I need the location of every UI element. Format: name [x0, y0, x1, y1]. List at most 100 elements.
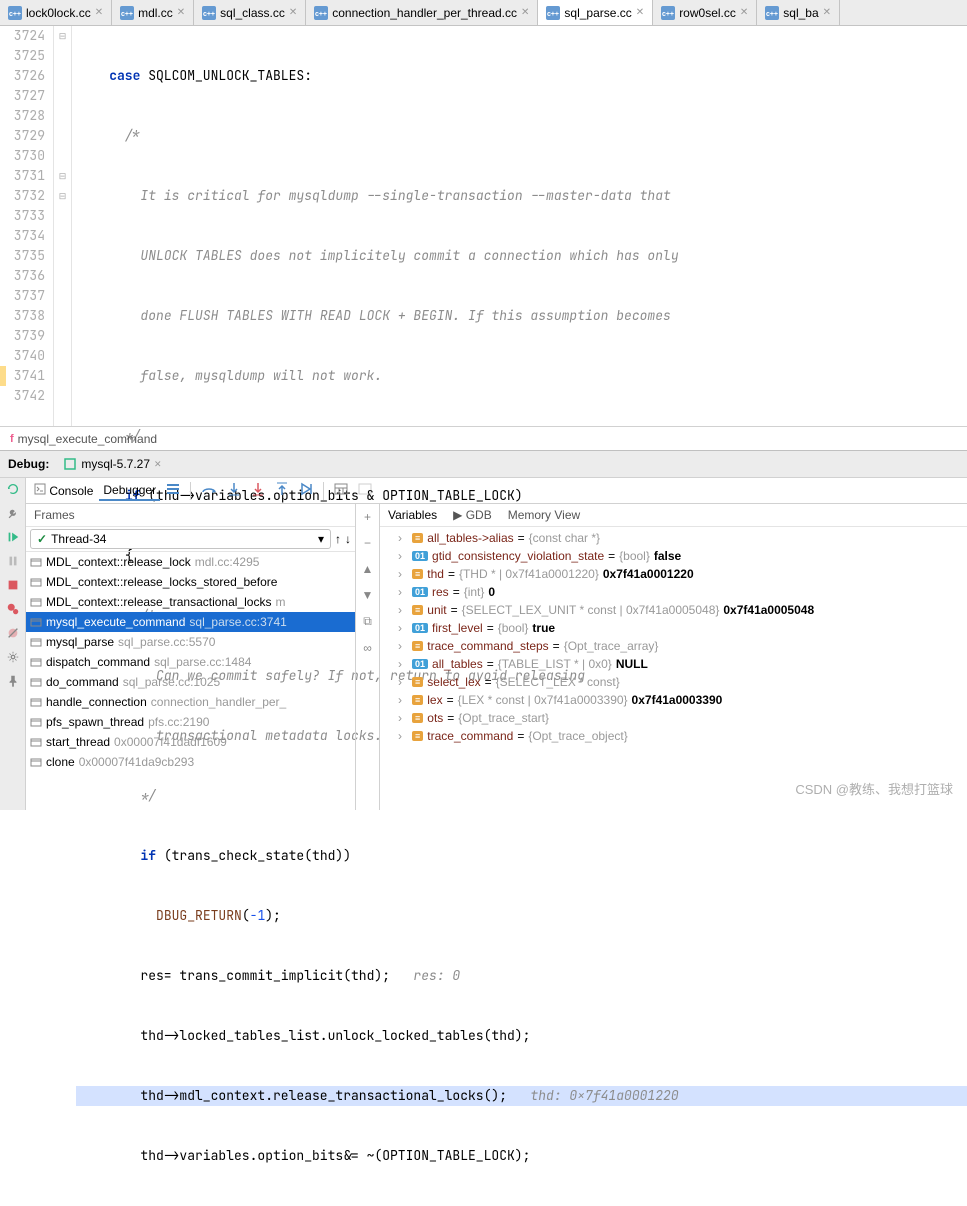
- close-icon[interactable]: ✕: [740, 7, 748, 18]
- close-icon[interactable]: ✕: [95, 7, 103, 18]
- editor-tab[interactable]: c++mdl.cc✕: [112, 0, 194, 25]
- editor-tab[interactable]: c++sql_parse.cc✕: [538, 0, 653, 25]
- pin-icon[interactable]: [6, 674, 20, 688]
- console-tab[interactable]: Console: [30, 481, 97, 500]
- variable-row[interactable]: ›≡ trace_command_steps = {Opt_trace_arra…: [380, 637, 967, 655]
- expand-icon[interactable]: ›: [398, 549, 408, 563]
- pause-icon[interactable]: [6, 554, 20, 568]
- close-icon[interactable]: ✕: [177, 7, 185, 18]
- stack-frame[interactable]: MDL_context::release_lock mdl.cc:4295: [26, 552, 355, 572]
- close-icon[interactable]: ✕: [289, 7, 297, 18]
- expand-icon[interactable]: ›: [398, 693, 408, 707]
- current-line: thd->mdl_context.release_transactional_l…: [76, 1086, 967, 1106]
- stack-frame[interactable]: clone 0x00007f41da9cb293: [26, 752, 355, 772]
- view-breakpoints-icon[interactable]: [6, 602, 20, 616]
- down-icon[interactable]: ▼: [362, 588, 374, 602]
- step-out-icon[interactable]: [271, 480, 293, 501]
- frame-icon: [30, 696, 42, 708]
- close-icon[interactable]: ✕: [636, 7, 644, 18]
- step-into-icon[interactable]: [223, 480, 245, 501]
- variable-row[interactable]: ›≡ lex = {LEX * const | 0x7f41a0003390} …: [380, 691, 967, 709]
- variable-row[interactable]: ›01 all_tables = {TABLE_LIST * | 0x0} NU…: [380, 655, 967, 673]
- type-badge-icon: 01: [412, 623, 428, 633]
- cpp-file-icon: c++: [314, 6, 328, 20]
- stack-frame[interactable]: mysql_parse sql_parse.cc:5570: [26, 632, 355, 652]
- editor-tab[interactable]: c++sql_class.cc✕: [194, 0, 306, 25]
- expand-icon[interactable]: ›: [398, 675, 408, 689]
- rerun-icon[interactable]: [6, 482, 20, 496]
- frames-title: Frames: [26, 504, 355, 527]
- stack-frame[interactable]: pfs_spawn_thread pfs.cc:2190: [26, 712, 355, 732]
- editor-tab[interactable]: c++sql_ba✕: [757, 0, 840, 25]
- expand-icon[interactable]: ›: [398, 729, 408, 743]
- chevron-down-icon: ▾: [318, 532, 324, 546]
- svg-text:c++: c++: [9, 11, 21, 18]
- force-step-into-icon[interactable]: [247, 480, 269, 501]
- type-badge-icon: ≡: [412, 713, 423, 723]
- link-icon[interactable]: ∞: [363, 641, 372, 655]
- trace-icon[interactable]: [354, 481, 376, 500]
- fold-gutter: ⊟⊟⊟: [54, 26, 72, 426]
- stack-frame[interactable]: handle_connection connection_handler_per…: [26, 692, 355, 712]
- variable-row[interactable]: ›≡ select_lex = {SELECT_LEX * const}: [380, 673, 967, 691]
- step-over-icon[interactable]: [197, 480, 221, 501]
- copy-icon[interactable]: ⧉: [363, 614, 372, 629]
- variable-row[interactable]: ›≡ unit = {SELECT_LEX_UNIT * const | 0x7…: [380, 601, 967, 619]
- stop-icon[interactable]: [6, 578, 20, 592]
- frame-icon: [30, 636, 42, 648]
- add-watch-icon[interactable]: +: [364, 510, 371, 524]
- variable-row[interactable]: ›01 res = {int} 0: [380, 583, 967, 601]
- frame-icon: [30, 576, 42, 588]
- debugger-tab[interactable]: Debugger: [99, 481, 160, 501]
- next-frame-icon[interactable]: ↓: [345, 532, 351, 546]
- close-icon[interactable]: ✕: [154, 459, 162, 470]
- variable-row[interactable]: ›≡ trace_command = {Opt_trace_object}: [380, 727, 967, 745]
- expand-icon[interactable]: ›: [398, 531, 408, 545]
- expand-icon[interactable]: ›: [398, 639, 408, 653]
- prev-frame-icon[interactable]: ↑: [335, 532, 341, 546]
- variables-list[interactable]: ›≡ all_tables->alias = {const char *}›01…: [380, 527, 967, 810]
- close-icon[interactable]: ✕: [521, 7, 529, 18]
- stack-frame[interactable]: MDL_context::release_transactional_locks…: [26, 592, 355, 612]
- stack-frame[interactable]: dispatch_command sql_parse.cc:1484: [26, 652, 355, 672]
- stack-frame[interactable]: MDL_context::release_locks_stored_before: [26, 572, 355, 592]
- wrench-icon[interactable]: [6, 506, 20, 520]
- mute-breakpoints-icon[interactable]: [6, 626, 20, 640]
- variable-row[interactable]: ›01 gtid_consistency_violation_state = {…: [380, 547, 967, 565]
- run-to-cursor-icon[interactable]: [295, 480, 317, 501]
- evaluate-icon[interactable]: [330, 481, 352, 500]
- gdb-tab[interactable]: ▶ GDB: [453, 508, 492, 522]
- frames-panel: Frames ✓ Thread-34 ▾ ↑ ↓ MDL_context::re…: [26, 504, 356, 810]
- expand-icon[interactable]: ›: [398, 603, 408, 617]
- close-icon[interactable]: ✕: [823, 7, 831, 18]
- debug-session-tab[interactable]: mysql-5.7.27 ✕: [57, 455, 167, 473]
- editor-tab[interactable]: c++lock0lock.cc✕: [0, 0, 112, 25]
- gear-icon[interactable]: [6, 650, 20, 664]
- stack-frame[interactable]: do_command sql_parse.cc:1025: [26, 672, 355, 692]
- thread-selector[interactable]: ✓ Thread-34 ▾: [30, 529, 331, 549]
- variables-tab[interactable]: Variables: [388, 508, 437, 522]
- editor-tab[interactable]: c++row0sel.cc✕: [653, 0, 757, 25]
- variable-row[interactable]: ›≡ thd = {THD * | 0x7f41a0001220} 0x7f41…: [380, 565, 967, 583]
- frames-list[interactable]: MDL_context::release_lock mdl.cc:4295MDL…: [26, 552, 355, 810]
- type-badge-icon: 01: [412, 659, 428, 669]
- code-area[interactable]: case SQLCOM_UNLOCK_TABLES: /* It is crit…: [72, 26, 967, 426]
- stack-frame[interactable]: start_thread 0x00007f41dadf1609: [26, 732, 355, 752]
- expand-icon[interactable]: ›: [398, 711, 408, 725]
- stack-frame[interactable]: mysql_execute_command sql_parse.cc:3741: [26, 612, 355, 632]
- expand-icon[interactable]: ›: [398, 567, 408, 581]
- variable-row[interactable]: ›≡ ots = {Opt_trace_start}: [380, 709, 967, 727]
- variable-row[interactable]: ›≡ all_tables->alias = {const char *}: [380, 529, 967, 547]
- frame-icon: [30, 656, 42, 668]
- svg-text:c++: c++: [203, 11, 215, 18]
- expand-icon[interactable]: ›: [398, 657, 408, 671]
- threads-icon[interactable]: [162, 481, 184, 500]
- memory-view-tab[interactable]: Memory View: [508, 508, 580, 522]
- resume-icon[interactable]: [6, 530, 20, 544]
- up-icon[interactable]: ▲: [362, 562, 374, 576]
- variable-row[interactable]: ›01 first_level = {bool} true: [380, 619, 967, 637]
- editor-tab[interactable]: c++connection_handler_per_thread.cc✕: [306, 0, 538, 25]
- expand-icon[interactable]: ›: [398, 585, 408, 599]
- remove-watch-icon[interactable]: −: [364, 536, 371, 550]
- expand-icon[interactable]: ›: [398, 621, 408, 635]
